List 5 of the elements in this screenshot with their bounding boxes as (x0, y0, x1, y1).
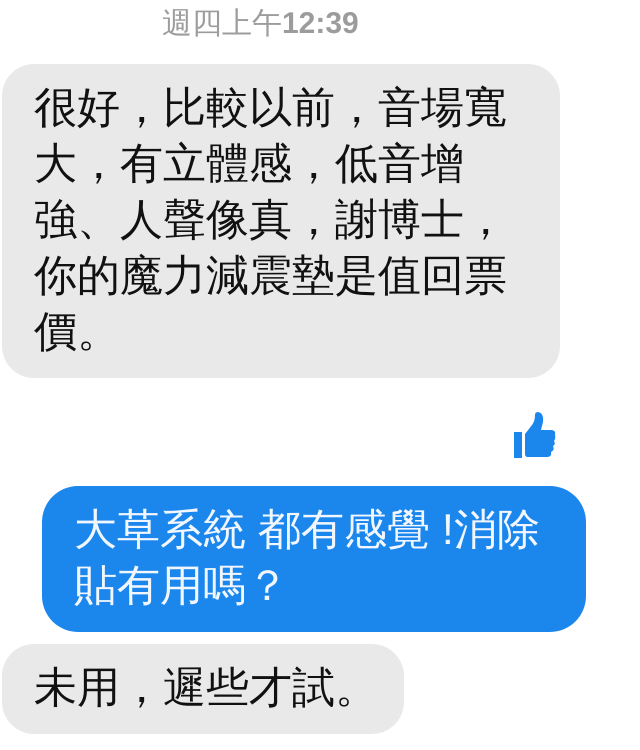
thumbs-up-icon (514, 412, 556, 458)
message-text: 很好，比較以前，音場寬大，有立體感，低音增強、人聲像真，謝博士，你的魔力減震墊是值回票價。 (34, 84, 507, 356)
timestamp: 週四上午12:39 (162, 7, 359, 40)
message-text: 未用，遲些才試。 (34, 664, 378, 712)
message-text: 大草系統 都有感覺 !消除貼有用嗎？ (74, 506, 540, 610)
